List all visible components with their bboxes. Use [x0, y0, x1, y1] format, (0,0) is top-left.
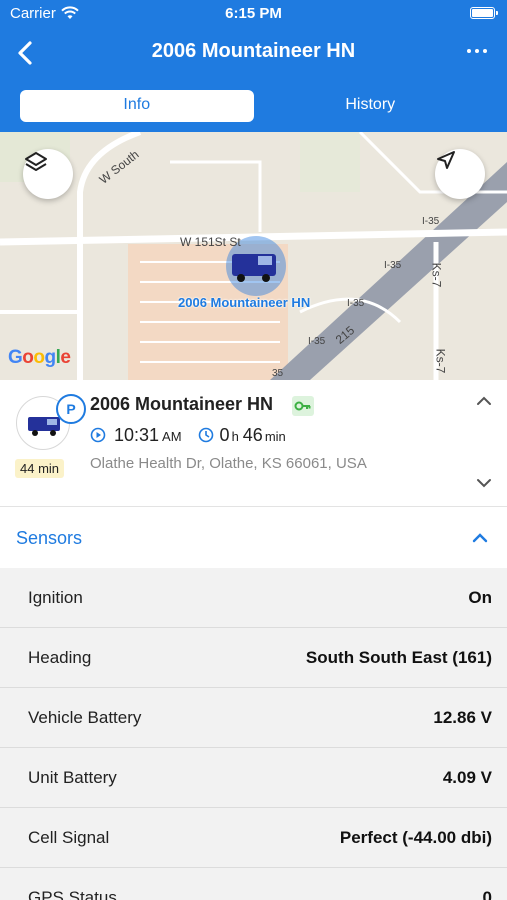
elapsed-clock-icon — [198, 427, 213, 443]
google-logo: Google — [8, 347, 71, 368]
map-street-label: 35 — [272, 368, 284, 379]
layers-icon — [25, 152, 47, 171]
navigation-arrow-icon — [437, 151, 455, 169]
key-icon — [292, 396, 314, 416]
app-header: Carrier 6:15 PM 2006 Mountaineer HN Info… — [0, 0, 507, 132]
map-street-label: W 151St St — [180, 235, 241, 249]
sensor-value: 4.09 V — [442, 768, 492, 787]
sensor-list: Ignition On Heading South South East (16… — [0, 568, 507, 900]
chevron-down-icon[interactable] — [475, 476, 493, 490]
elapsed-hours-unit: h — [231, 429, 239, 444]
map-street-label: Ks-7 — [429, 262, 444, 288]
time-row: 10:31 AM 0 h 46 min — [90, 425, 286, 446]
sensor-label: Vehicle Battery — [28, 708, 142, 727]
chevron-up-icon[interactable] — [475, 394, 493, 408]
sensor-value: On — [468, 588, 492, 607]
map-street-label: Ks-7 — [433, 348, 448, 374]
sensor-value: Perfect (-44.00 dbi) — [339, 828, 492, 847]
sensor-value: 12.86 V — [433, 708, 492, 727]
play-clock-icon — [90, 427, 106, 443]
sensor-value: 0 — [482, 888, 492, 900]
sensor-row-cell-signal: Cell Signal Perfect (-44.00 dbi) — [0, 808, 507, 868]
sensor-row-gps-status: GPS Status 0 — [0, 868, 507, 900]
segmented-control: Info History — [20, 90, 487, 122]
map-layers-button[interactable] — [23, 149, 73, 199]
map-street-label: I-35 — [384, 260, 402, 271]
sensor-row-ignition: Ignition On — [0, 568, 507, 628]
sensor-label: Unit Battery — [28, 768, 117, 787]
dot-icon — [467, 49, 471, 53]
map-street-label: I-35 — [308, 336, 326, 347]
back-button[interactable] — [12, 38, 40, 68]
vehicle-time: 10:31 — [114, 425, 160, 445]
dot-icon — [483, 49, 487, 53]
elapsed-hours: 0 — [219, 425, 230, 445]
tab-history[interactable]: History — [254, 90, 488, 122]
map-street-label: I-35 — [422, 216, 440, 227]
tab-info[interactable]: Info — [20, 90, 254, 122]
vehicle-address: Olathe Health Dr, Olathe, KS 66061, USA — [90, 455, 367, 472]
sensor-row-vehicle-battery: Vehicle Battery 12.86 V — [0, 688, 507, 748]
sensor-label: GPS Status — [28, 888, 117, 900]
sensors-section-header[interactable]: Sensors — [0, 507, 507, 568]
status-bar: Carrier 6:15 PM — [0, 0, 507, 28]
vehicle-marker-label[interactable]: 2006 Mountaineer HN — [178, 295, 310, 310]
sensor-label: Cell Signal — [28, 828, 110, 847]
parking-badge: P — [56, 394, 86, 424]
stop-duration-chip: 44 min — [15, 459, 65, 478]
page-title: 2006 Mountaineer HN — [151, 40, 356, 62]
status-time: 6:15 PM — [225, 5, 282, 22]
locate-me-button[interactable] — [435, 149, 485, 199]
sensor-label: Heading — [28, 648, 92, 667]
elapsed-minutes: 46 — [242, 425, 263, 445]
sensor-value: South South East (161) — [305, 648, 492, 667]
sensors-title: Sensors — [16, 528, 83, 548]
sensor-row-unit-battery: Unit Battery 4.09 V — [0, 748, 507, 808]
map-view[interactable]: W South W 151St St I-35 I-35 I-35 I-35 2… — [0, 132, 507, 380]
sensor-label: Ignition — [28, 588, 83, 607]
sensor-row-heading: Heading South South East (161) — [0, 628, 507, 688]
vehicle-time-suffix: AM — [162, 429, 182, 444]
map-street-label: I-35 — [347, 298, 365, 309]
map-tiles — [0, 132, 507, 380]
vehicle-summary-card[interactable]: P 44 min 2006 Mountaineer HN 10:31 AM 0 … — [0, 380, 507, 507]
elapsed-minutes-unit: min — [264, 429, 286, 444]
more-options-button[interactable] — [465, 46, 489, 56]
battery-icon — [470, 7, 498, 19]
dot-icon — [475, 49, 479, 53]
vehicle-name: 2006 Mountaineer HN — [90, 394, 274, 414]
chevron-up-icon[interactable] — [471, 531, 489, 545]
